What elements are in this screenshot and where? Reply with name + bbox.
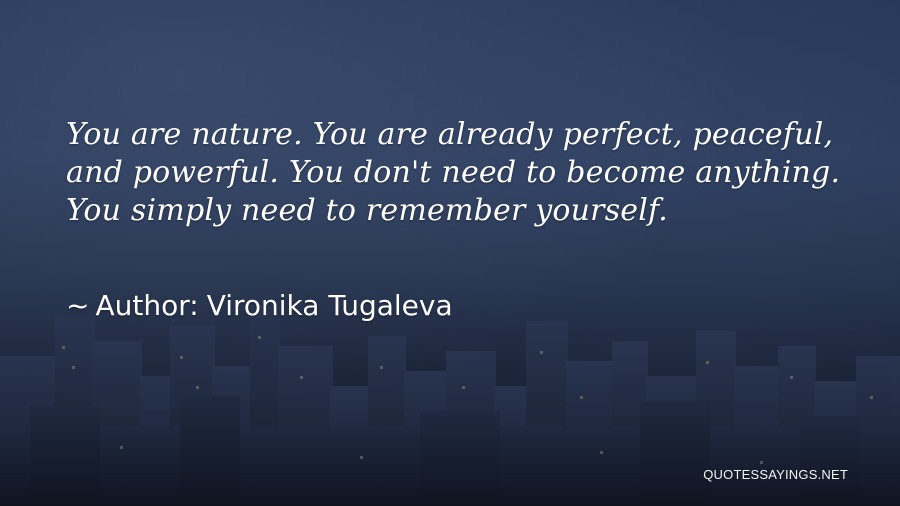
quote-image: You are nature. You are already perfect,… [0, 0, 900, 506]
tilde-mark: ~ [66, 289, 90, 322]
site-watermark: QUOTESSAYINGS.NET [703, 467, 848, 482]
author-name: Vironika Tugaleva [206, 289, 453, 322]
author-label: Author: [95, 289, 199, 322]
author-line: ~ Author: Vironika Tugaleva [66, 288, 453, 324]
quote-text: You are nature. You are already perfect,… [66, 117, 841, 228]
